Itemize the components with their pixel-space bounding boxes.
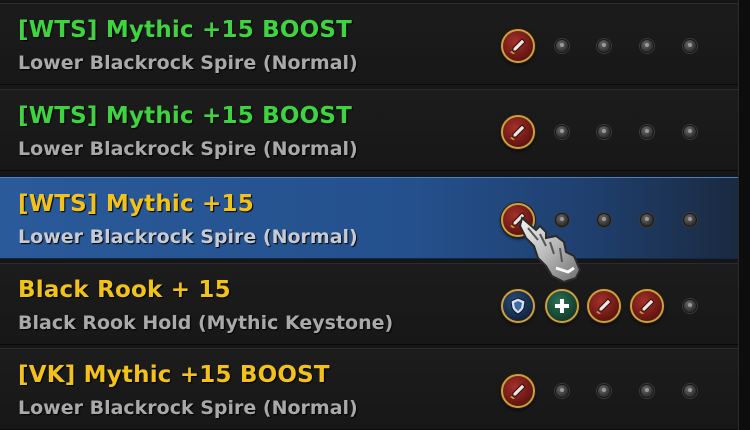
healer-icon bbox=[545, 289, 579, 323]
empty-slot-icon bbox=[683, 39, 697, 53]
empty-slot-icon bbox=[597, 125, 611, 139]
listing-title: Black Rook + 15 bbox=[18, 277, 231, 303]
listing-row[interactable]: [WTS] Mythic +15 Lower Blackrock Spire (N… bbox=[0, 177, 738, 259]
listing-title: [WTS] Mythic +15 BOOST bbox=[18, 103, 353, 129]
list-scrollbar[interactable] bbox=[738, 0, 750, 430]
empty-slot-icon bbox=[640, 213, 654, 227]
empty-slot-icon bbox=[683, 213, 697, 227]
empty-slot-icon bbox=[640, 39, 654, 53]
empty-slot-icon bbox=[597, 39, 611, 53]
empty-slot-icon bbox=[683, 125, 697, 139]
empty-slot-icon bbox=[555, 125, 569, 139]
tank-icon bbox=[501, 289, 535, 323]
listing-row[interactable]: [WTS] Mythic +15 BOOST Lower Blackrock Sp… bbox=[0, 89, 738, 171]
empty-slot-icon bbox=[555, 384, 569, 398]
empty-slot-icon bbox=[555, 39, 569, 53]
listing-subtitle: Lower Blackrock Spire (Normal) bbox=[18, 226, 358, 248]
empty-slot-icon bbox=[640, 125, 654, 139]
listing-row[interactable]: Black Rook + 15 Black Rook Hold (Mythic K… bbox=[0, 263, 738, 345]
listing-subtitle: Lower Blackrock Spire (Normal) bbox=[18, 52, 358, 74]
dps-icon bbox=[630, 289, 664, 323]
listing-title: [WTS] Mythic +15 BOOST bbox=[18, 17, 353, 43]
dps-icon bbox=[501, 115, 535, 149]
listing-subtitle: Lower Blackrock Spire (Normal) bbox=[18, 397, 358, 419]
dps-icon bbox=[587, 289, 621, 323]
listing-subtitle: Lower Blackrock Spire (Normal) bbox=[18, 138, 358, 160]
listing-row[interactable]: [WTS] Mythic +15 BOOST Lower Blackrock Sp… bbox=[0, 3, 738, 85]
dps-icon bbox=[501, 374, 535, 408]
gauntlet-pointer-icon bbox=[518, 216, 582, 284]
listing-title: [VK] Mythic +15 BOOST bbox=[18, 362, 330, 388]
listing-row[interactable]: [VK] Mythic +15 BOOST Lower Blackrock Spi… bbox=[0, 348, 738, 430]
empty-slot-icon bbox=[640, 384, 654, 398]
empty-slot-icon bbox=[683, 299, 697, 313]
empty-slot-icon bbox=[597, 213, 611, 227]
empty-slot-icon bbox=[683, 384, 697, 398]
empty-slot-icon bbox=[597, 384, 611, 398]
listing-subtitle: Black Rook Hold (Mythic Keystone) bbox=[18, 312, 394, 334]
dps-icon bbox=[501, 29, 535, 63]
listing-title: [WTS] Mythic +15 bbox=[18, 191, 254, 217]
